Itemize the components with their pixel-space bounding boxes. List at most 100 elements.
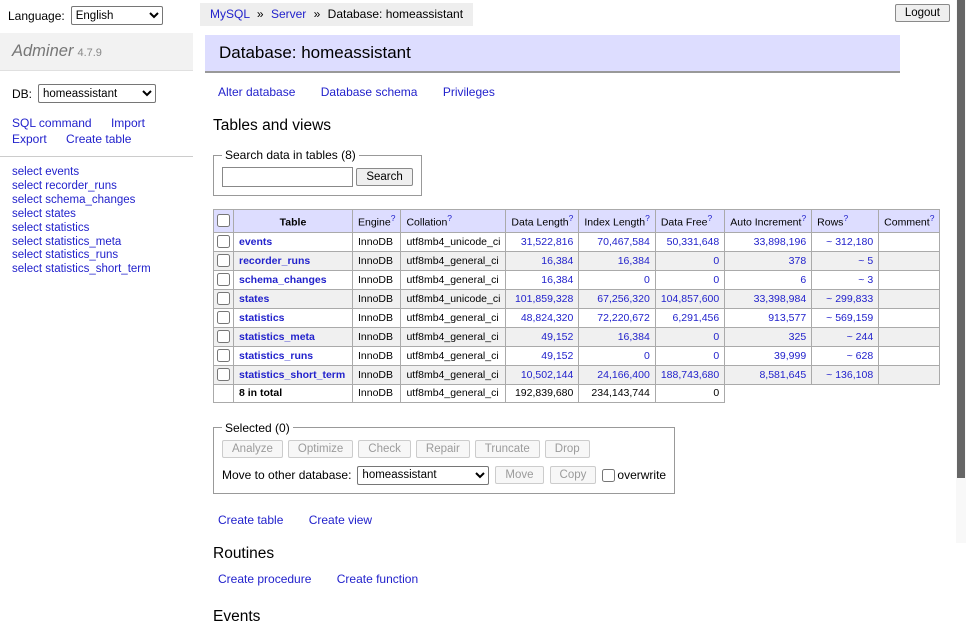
data-length-link[interactable]: 16,384 xyxy=(541,274,573,286)
index-length-link[interactable]: 67,256,320 xyxy=(597,293,650,305)
language-select[interactable]: English xyxy=(71,6,163,25)
index-length-link[interactable]: 0 xyxy=(644,274,650,286)
help-link[interactable]: ? xyxy=(708,213,713,223)
sidebar-action-link[interactable]: SQL command xyxy=(12,116,92,130)
table-name-link[interactable]: statistics_short_term xyxy=(239,369,345,381)
move-db-select[interactable]: homeassistant xyxy=(357,466,489,485)
search-button[interactable]: Search xyxy=(356,168,412,186)
search-input[interactable] xyxy=(222,167,353,187)
table-name-link[interactable]: statistics_meta xyxy=(239,331,315,343)
db-action-link[interactable]: Alter database xyxy=(218,85,295,99)
data-length-link[interactable]: 48,824,320 xyxy=(521,312,574,324)
table-structure-link[interactable]: statistics xyxy=(45,222,89,234)
select-all-checkbox[interactable] xyxy=(217,214,230,227)
auto-increment-link[interactable]: 33,398,984 xyxy=(754,293,807,305)
row-checkbox[interactable] xyxy=(217,292,230,305)
data-length-link[interactable]: 101,859,328 xyxy=(515,293,573,305)
help-link[interactable]: ? xyxy=(569,213,574,223)
table-name-link[interactable]: statistics_runs xyxy=(239,350,313,362)
auto-increment-link[interactable]: 33,898,196 xyxy=(754,236,807,248)
auto-increment-link[interactable]: 325 xyxy=(789,331,807,343)
rows-count-link[interactable]: ~ 312,180 xyxy=(826,236,873,248)
data-free-link[interactable]: 104,857,600 xyxy=(661,293,719,305)
breadcrumb-mysql-link[interactable]: MySQL xyxy=(210,7,250,21)
db-action-link[interactable]: Privileges xyxy=(443,85,495,99)
index-length-link[interactable]: 70,467,584 xyxy=(597,236,650,248)
data-free-link[interactable]: 6,291,456 xyxy=(673,312,720,324)
routine-create-link[interactable]: Create procedure xyxy=(218,572,311,586)
data-free-link[interactable]: 0 xyxy=(713,274,719,286)
table-structure-link[interactable]: events xyxy=(45,166,79,178)
data-length-link[interactable]: 31,522,816 xyxy=(521,236,574,248)
table-structure-link[interactable]: statistics_short_term xyxy=(45,263,150,275)
auto-increment-link[interactable]: 8,581,645 xyxy=(759,369,806,381)
data-free-link[interactable]: 0 xyxy=(713,331,719,343)
db-action-link[interactable]: Database schema xyxy=(321,85,418,99)
row-checkbox[interactable] xyxy=(217,273,230,286)
row-checkbox[interactable] xyxy=(217,235,230,248)
row-checkbox[interactable] xyxy=(217,330,230,343)
help-link[interactable]: ? xyxy=(801,213,806,223)
table-name-link[interactable]: recorder_runs xyxy=(239,255,310,267)
sidebar-action-link[interactable]: Export xyxy=(12,132,47,146)
index-length-link[interactable]: 16,384 xyxy=(618,255,650,267)
index-length-link[interactable]: 24,166,400 xyxy=(597,369,650,381)
rows-count-link[interactable]: ~ 3 xyxy=(858,274,873,286)
select-table-link[interactable]: select xyxy=(12,208,42,220)
table-structure-link[interactable]: states xyxy=(45,208,76,220)
data-length-link[interactable]: 10,502,144 xyxy=(521,369,574,381)
table-structure-link[interactable]: schema_changes xyxy=(45,194,135,206)
logout-button[interactable]: Logout xyxy=(895,4,950,22)
create-link[interactable]: Create view xyxy=(309,513,372,527)
auto-increment-link[interactable]: 378 xyxy=(789,255,807,267)
help-link[interactable]: ? xyxy=(391,213,396,223)
row-checkbox[interactable] xyxy=(217,311,230,324)
select-table-link[interactable]: select xyxy=(12,249,42,261)
rows-count-link[interactable]: ~ 5 xyxy=(858,255,873,267)
data-free-link[interactable]: 188,743,680 xyxy=(661,369,719,381)
select-table-link[interactable]: select xyxy=(12,222,42,234)
rows-count-link[interactable]: ~ 244 xyxy=(847,331,874,343)
select-table-link[interactable]: select xyxy=(12,194,42,206)
data-length-link[interactable]: 49,152 xyxy=(541,331,573,343)
auto-increment-link[interactable]: 6 xyxy=(800,274,806,286)
create-link[interactable]: Create table xyxy=(218,513,283,527)
index-length-link[interactable]: 72,220,672 xyxy=(597,312,650,324)
help-link[interactable]: ? xyxy=(930,213,935,223)
help-link[interactable]: ? xyxy=(645,213,650,223)
index-length-link[interactable]: 16,384 xyxy=(618,331,650,343)
auto-increment-link[interactable]: 39,999 xyxy=(774,350,806,362)
select-table-link[interactable]: select xyxy=(12,180,42,192)
table-name-link[interactable]: states xyxy=(239,293,269,305)
data-free-link[interactable]: 0 xyxy=(713,350,719,362)
select-table-link[interactable]: select xyxy=(12,263,42,275)
table-name-link[interactable]: events xyxy=(239,236,272,248)
rows-count-link[interactable]: ~ 136,108 xyxy=(826,369,873,381)
data-free-link[interactable]: 50,331,648 xyxy=(667,236,720,248)
data-length-link[interactable]: 16,384 xyxy=(541,255,573,267)
table-structure-link[interactable]: statistics_runs xyxy=(45,249,118,261)
row-checkbox[interactable] xyxy=(217,254,230,267)
adminer-logo[interactable]: Adminer xyxy=(12,42,73,60)
table-structure-link[interactable]: statistics_meta xyxy=(45,236,121,248)
breadcrumb-server-link[interactable]: Server xyxy=(271,7,306,21)
table-structure-link[interactable]: recorder_runs xyxy=(45,180,117,192)
sidebar-action-link[interactable]: Create table xyxy=(66,132,131,146)
select-table-link[interactable]: select xyxy=(12,236,42,248)
routine-create-link[interactable]: Create function xyxy=(337,572,418,586)
row-checkbox[interactable] xyxy=(217,368,230,381)
index-length-link[interactable]: 0 xyxy=(644,350,650,362)
help-link[interactable]: ? xyxy=(843,213,848,223)
db-select[interactable]: homeassistant xyxy=(38,84,156,103)
table-name-link[interactable]: statistics xyxy=(239,312,285,324)
rows-count-link[interactable]: ~ 569,159 xyxy=(826,312,873,324)
rows-count-link[interactable]: ~ 628 xyxy=(847,350,874,362)
rows-count-link[interactable]: ~ 299,833 xyxy=(826,293,873,305)
data-length-link[interactable]: 49,152 xyxy=(541,350,573,362)
table-name-link[interactable]: schema_changes xyxy=(239,274,327,286)
row-checkbox[interactable] xyxy=(217,349,230,362)
scrollbar-thumb[interactable] xyxy=(957,0,965,478)
help-link[interactable]: ? xyxy=(447,213,452,223)
auto-increment-link[interactable]: 913,577 xyxy=(768,312,806,324)
overwrite-checkbox[interactable] xyxy=(602,469,615,482)
